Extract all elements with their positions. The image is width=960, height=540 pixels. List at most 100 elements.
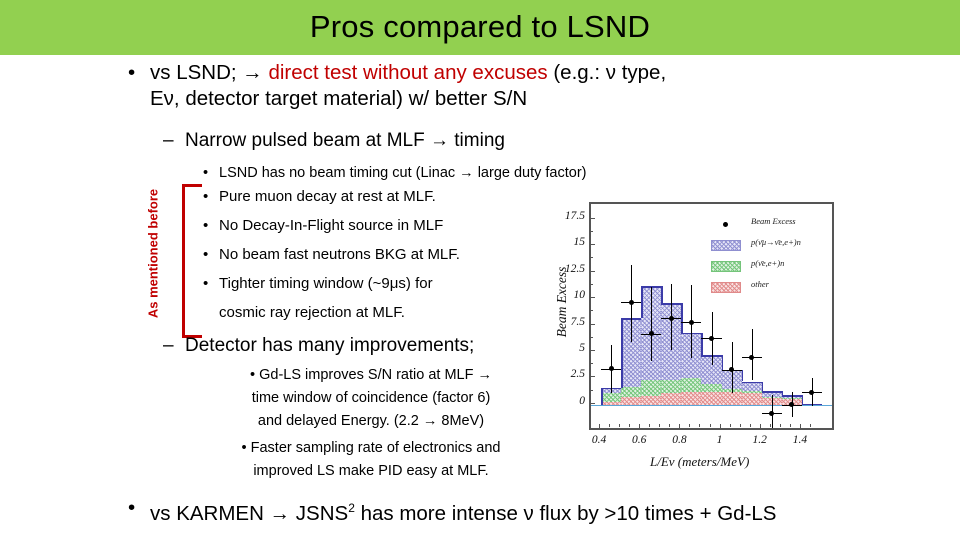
sub-text: Faster sampling rate of electronics and bbox=[250, 440, 501, 456]
sub-text: Gd-LS improves S/N ratio at MLF → bbox=[259, 367, 492, 383]
legend-dot-icon bbox=[723, 222, 728, 227]
y-tick-label: 2.5 bbox=[570, 368, 585, 381]
y-minor-tick bbox=[589, 336, 593, 338]
histogram-bar bbox=[701, 392, 722, 405]
sub-text: Tighter timing window (~9μs) for bbox=[219, 275, 433, 292]
x-minor-tick bbox=[739, 424, 741, 427]
y-minor-tick bbox=[589, 349, 593, 351]
bullet-marker: • bbox=[128, 496, 136, 519]
x-minor-tick bbox=[759, 424, 761, 427]
data-point bbox=[789, 402, 795, 408]
page-title: Pros compared to LSND bbox=[309, 9, 651, 44]
x-minor-tick bbox=[619, 424, 621, 427]
x-minor-tick bbox=[769, 424, 771, 427]
x-minor-tick bbox=[729, 424, 731, 427]
bullet-marker: • bbox=[203, 217, 209, 234]
y-minor-tick bbox=[589, 244, 593, 246]
legend-item: p(ν̄e,e+)n bbox=[711, 258, 831, 279]
x-minor-tick bbox=[799, 424, 801, 427]
histogram-bar bbox=[621, 396, 642, 405]
b1-line2: Eν, detector target material) w/ better … bbox=[150, 87, 528, 110]
bullet-level1-vs-lsnd: • vs LSND; → direct test without any exc… bbox=[128, 60, 848, 112]
sub-bullet-3: • No beam fast neutrons BKG at MLF. bbox=[203, 243, 543, 266]
sub-text: cosmic ray rejection at MLF. bbox=[219, 304, 405, 321]
x-minor-tick bbox=[699, 424, 701, 427]
sub2-bullet-0: • Gd-LS improves S/N ratio at MLF → bbox=[196, 367, 546, 383]
y-minor-tick bbox=[589, 363, 593, 365]
data-point bbox=[709, 335, 714, 341]
y-tick-label: 0 bbox=[579, 394, 585, 407]
bullet-marker: • bbox=[241, 440, 247, 456]
step-outline bbox=[621, 318, 623, 388]
x-tick-label: 1 bbox=[716, 434, 723, 446]
x-minor-tick bbox=[629, 424, 631, 427]
x-minor-tick bbox=[599, 424, 601, 427]
y-minor-tick bbox=[589, 270, 593, 272]
side-note-group: As mentioned before bbox=[136, 178, 202, 338]
histogram-bar bbox=[721, 392, 742, 405]
b4-superscript: 2 bbox=[348, 501, 355, 515]
y-minor-tick bbox=[589, 283, 593, 285]
side-note-label: As mentioned before bbox=[145, 188, 161, 319]
sub-text: LSND has no beam timing cut (Linac → lar… bbox=[219, 165, 587, 181]
sub-text: improved LS make PID easy at MLF. bbox=[253, 463, 489, 479]
x-minor-tick bbox=[779, 424, 781, 427]
bullet-marker: • bbox=[250, 367, 256, 383]
x-tick-label: 1.2 bbox=[752, 434, 767, 446]
x-axis-label: L/Eν (meters/MeV) bbox=[650, 454, 750, 469]
x-minor-tick bbox=[709, 424, 711, 427]
y-minor-tick bbox=[589, 310, 593, 312]
x-minor-tick bbox=[679, 424, 681, 427]
bullet-marker: • bbox=[203, 246, 209, 263]
sub2-bullet-1: time window of coincidence (factor 6) bbox=[196, 390, 546, 406]
sub2-bullet-2: and delayed Energy. (2.2 → 8MeV) bbox=[196, 413, 546, 429]
sub-text: No Decay-In-Flight source in MLF bbox=[219, 217, 444, 234]
histogram-bar bbox=[661, 392, 682, 405]
y-minor-tick bbox=[589, 231, 593, 233]
bullet-level2-narrow-beam: – Narrow pulsed beam at MLF → timing bbox=[163, 128, 683, 153]
y-minor-tick bbox=[589, 389, 593, 391]
step-outline bbox=[701, 332, 703, 356]
legend-item: Beam Excess bbox=[711, 216, 831, 237]
step-outline bbox=[641, 286, 643, 319]
step-outline bbox=[601, 387, 603, 405]
legend-swatch-icon bbox=[711, 282, 741, 293]
y-tick-label: 17.5 bbox=[564, 209, 585, 222]
y-tick-label: 12.5 bbox=[564, 262, 585, 275]
x-minor-tick bbox=[659, 424, 661, 427]
y-tick-label: 7.5 bbox=[570, 315, 585, 328]
legend-item: other bbox=[711, 279, 831, 300]
sub-bullet-4: • Tighter timing window (~9μs) for bbox=[203, 272, 543, 295]
b4-post: has more intense ν flux by >10 times + G… bbox=[354, 501, 777, 525]
bullet-text: vs LSND; → direct test without any excus… bbox=[150, 60, 848, 86]
x-tick-label: 0.4 bbox=[591, 434, 607, 446]
legend-item: p(ν̄μ→ν̄e,e+)n bbox=[711, 237, 831, 258]
b4-text: vs KARMEN → JSNS2 has more intense ν flu… bbox=[150, 495, 888, 527]
y-tick-label: 15 bbox=[573, 236, 586, 249]
y-minor-tick bbox=[589, 297, 593, 299]
sub2-bullet-3: • Faster sampling rate of electronics an… bbox=[196, 440, 546, 456]
step-outline bbox=[721, 355, 724, 370]
bullet-marker: • bbox=[128, 61, 136, 84]
x-minor-tick bbox=[809, 424, 811, 427]
x-minor-tick bbox=[609, 424, 611, 427]
sub-text: time window of coincidence (factor 6) bbox=[251, 390, 491, 406]
y-tick-label: 10 bbox=[573, 289, 586, 302]
bullet-marker: • bbox=[203, 165, 209, 181]
x-tick-label: 0.6 bbox=[632, 434, 647, 446]
legend-label: Beam Excess bbox=[751, 216, 796, 226]
chart-legend: Beam Excess p(ν̄μ→ν̄e,e+)n p(ν̄e,e+)n other bbox=[711, 216, 831, 300]
b2-text: Narrow pulsed beam at MLF → timing bbox=[185, 130, 505, 151]
b1-pre: vs LSND; → bbox=[150, 61, 269, 84]
sub-bullet-2: • No Decay-In-Flight source in MLF bbox=[203, 214, 543, 237]
x-minor-tick bbox=[789, 424, 791, 427]
step-outline bbox=[761, 391, 782, 393]
legend-swatch-icon bbox=[711, 240, 741, 251]
b4-pre: vs KARMEN → JSNS bbox=[150, 501, 349, 525]
histogram-bar bbox=[741, 393, 762, 405]
sub-bullet-0: • LSND has no beam timing cut (Linac → l… bbox=[203, 162, 703, 185]
data-point bbox=[668, 315, 674, 321]
error-bar-vertical bbox=[651, 287, 653, 362]
legend-label: p(ν̄e,e+)n bbox=[751, 258, 785, 268]
x-minor-tick bbox=[719, 424, 721, 427]
